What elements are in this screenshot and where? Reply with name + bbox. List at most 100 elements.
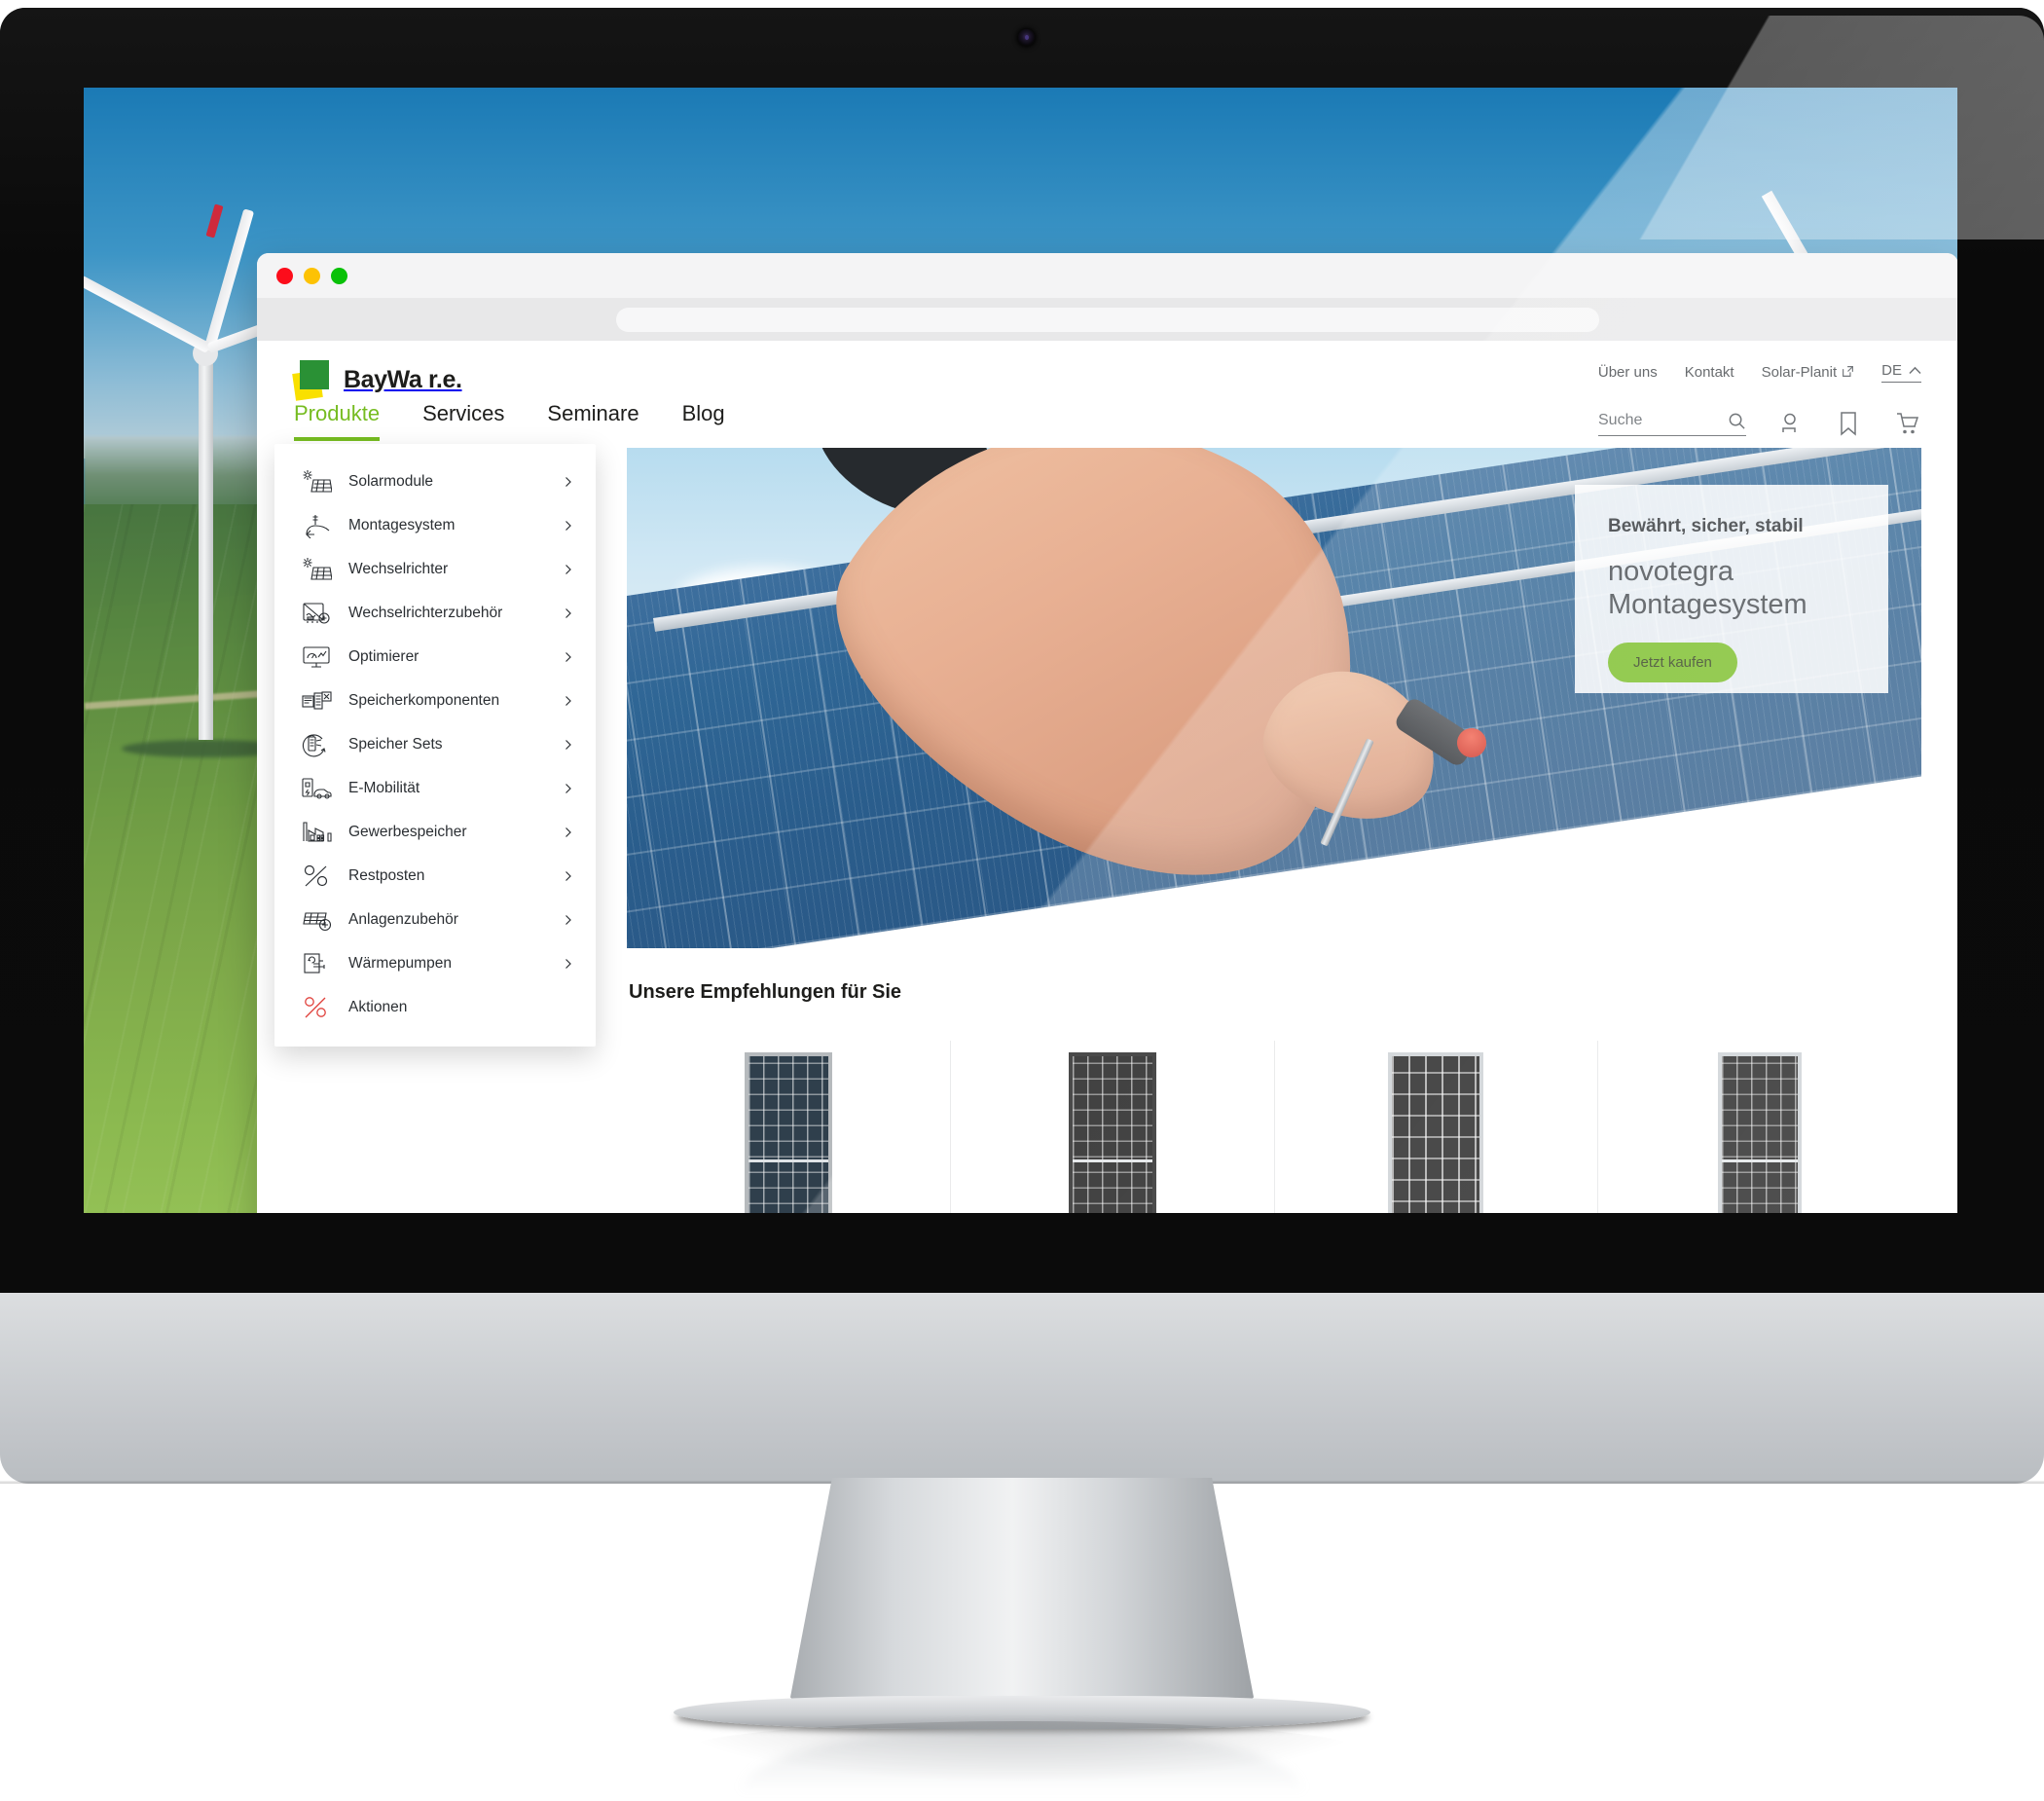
menu-item-speicher-sets[interactable]: Speicher Sets <box>274 722 596 766</box>
panel-plus-icon <box>300 905 333 935</box>
menu-item-label: E-Mobilität <box>348 779 420 796</box>
window-close-button[interactable] <box>276 267 293 284</box>
percent-icon <box>300 862 333 891</box>
recommendations-grid <box>627 1041 1921 1213</box>
chevron-right-icon <box>566 783 571 793</box>
battery-circle-icon <box>300 730 333 759</box>
address-bar[interactable] <box>616 307 1599 332</box>
menu-item-label: Speicherkomponenten <box>348 691 500 709</box>
brand-logo[interactable]: BayWa r.e. <box>292 360 462 401</box>
hero-banner: Bewährt, sicher, stabil novotegra Montag… <box>627 448 1921 948</box>
search-input[interactable]: Suche <box>1598 412 1746 436</box>
menu-item-label: Wechselrichterzubehör <box>348 604 503 621</box>
search-placeholder: Suche <box>1598 412 1643 428</box>
percent-red-icon <box>300 993 333 1022</box>
chevron-right-icon <box>566 476 571 487</box>
chevron-right-icon <box>566 520 571 531</box>
nav-item-produkte[interactable]: Produkte <box>294 401 381 441</box>
menu-item-label: Speicher Sets <box>348 735 443 753</box>
menu-item-wechselrichter[interactable]: Wechselrichter <box>274 547 596 591</box>
produkte-mega-menu: Solarmodule Montagesystem Wechselrichter… <box>274 444 596 1047</box>
main-nav: Produkte Services Seminare Blog <box>294 401 725 441</box>
solar-panel-image <box>1068 1052 1156 1213</box>
chevron-up-icon <box>1909 366 1921 375</box>
chevron-right-icon <box>566 870 571 881</box>
factory-battery-icon <box>300 818 333 847</box>
chevron-right-icon <box>566 958 571 969</box>
menu-item-speicherkomponenten[interactable]: Speicherkomponenten <box>274 679 596 722</box>
monitor-stand-neck <box>790 1478 1254 1716</box>
imac-monitor: BayWa r.e. Über uns Kontakt Solar-Planit… <box>0 0 2044 1801</box>
webcam-lens <box>1025 35 1029 40</box>
language-code: DE <box>1881 362 1902 379</box>
chevron-right-icon <box>566 739 571 750</box>
util-link-solar-planit[interactable]: Solar-Planit <box>1762 364 1855 381</box>
browser-titlebar <box>257 253 1957 298</box>
site-header: BayWa r.e. Über uns Kontakt Solar-Planit… <box>257 341 1957 448</box>
util-link-ueber-uns[interactable]: Über uns <box>1598 364 1658 381</box>
menu-item-wechselrichterzubehoer[interactable]: Wechselrichterzubehör <box>274 591 596 635</box>
menu-item-restposten[interactable]: Restposten <box>274 854 596 898</box>
menu-item-label: Wechselrichter <box>348 560 449 577</box>
util-link-kontakt[interactable]: Kontakt <box>1685 364 1734 381</box>
browser-toolbar <box>257 298 1957 341</box>
battery-rack-icon <box>300 686 333 716</box>
menu-item-label: Aktionen <box>348 998 408 1015</box>
recommendations-section: Unsere Empfehlungen für Sie <box>627 981 1921 1213</box>
page-content: Bewährt, sicher, stabil novotegra Montag… <box>257 444 1957 1213</box>
ev-charger-car-icon <box>300 774 333 803</box>
window-zoom-button[interactable] <box>331 267 347 284</box>
header-tools: Suche <box>1598 409 1921 438</box>
solar-panel-sun-icon <box>300 467 333 496</box>
menu-item-label: Wärmepumpen <box>348 954 452 972</box>
menu-item-label: Gewerbespeicher <box>348 823 467 840</box>
webcam-icon <box>1018 29 1035 46</box>
nav-item-services[interactable]: Services <box>422 401 504 441</box>
chevron-right-icon <box>566 914 571 925</box>
product-card[interactable] <box>1275 1041 1599 1213</box>
mounting-rail-icon <box>300 511 333 540</box>
baywa-logo-icon <box>292 360 331 401</box>
chevron-right-icon <box>566 827 571 837</box>
menu-item-waermepumpen[interactable]: Wärmepumpen <box>274 941 596 985</box>
cart-icon[interactable] <box>1892 409 1921 438</box>
promo-title: novotegra Montagesystem <box>1608 556 1807 621</box>
solar-panel-image <box>1388 1052 1484 1213</box>
nav-item-seminare[interactable]: Seminare <box>547 401 639 441</box>
product-card[interactable] <box>627 1041 951 1213</box>
language-selector[interactable]: DE <box>1881 362 1921 383</box>
monitor-screen: BayWa r.e. Über uns Kontakt Solar-Planit… <box>84 88 1957 1213</box>
nav-item-blog[interactable]: Blog <box>682 401 725 441</box>
promo-cta-button[interactable]: Jetzt kaufen <box>1608 643 1737 683</box>
product-card[interactable] <box>1598 1041 1921 1213</box>
heat-pump-icon <box>300 949 333 978</box>
menu-item-label: Montagesystem <box>348 516 456 533</box>
menu-item-label: Restposten <box>348 866 425 884</box>
menu-item-montagesystem[interactable]: Montagesystem <box>274 503 596 547</box>
chevron-right-icon <box>566 564 571 574</box>
monitor-chart-icon <box>300 643 333 672</box>
recommendations-title: Unsere Empfehlungen für Sie <box>629 981 902 1003</box>
chevron-right-icon <box>566 695 571 706</box>
brand-name: BayWa r.e. <box>344 365 462 393</box>
browser-window: BayWa r.e. Über uns Kontakt Solar-Planit… <box>257 253 1957 1213</box>
menu-item-aktionen[interactable]: Aktionen <box>274 985 596 1029</box>
inverter-plus-icon <box>300 599 333 628</box>
bookmark-icon[interactable] <box>1834 409 1863 438</box>
menu-item-gewerbespeicher[interactable]: Gewerbespeicher <box>274 810 596 854</box>
menu-item-optimierer[interactable]: Optimierer <box>274 635 596 679</box>
menu-item-anlagenzubehoer[interactable]: Anlagenzubehör <box>274 898 596 941</box>
product-card[interactable] <box>951 1041 1275 1213</box>
monitor-bezel: BayWa r.e. Über uns Kontakt Solar-Planit… <box>0 8 2044 1293</box>
account-icon[interactable] <box>1775 409 1805 438</box>
website-content: BayWa r.e. Über uns Kontakt Solar-Planit… <box>257 341 1957 1213</box>
monitor-chin <box>0 1293 2044 1484</box>
window-minimize-button[interactable] <box>304 267 320 284</box>
solar-panel-sun-icon <box>300 555 333 584</box>
menu-item-label: Solarmodule <box>348 472 434 490</box>
menu-item-solarmodule[interactable]: Solarmodule <box>274 459 596 503</box>
menu-item-label: Anlagenzubehör <box>348 910 458 928</box>
solar-panel-image <box>1718 1052 1803 1213</box>
search-icon[interactable] <box>1728 412 1746 430</box>
menu-item-e-mobilitaet[interactable]: E-Mobilität <box>274 766 596 810</box>
